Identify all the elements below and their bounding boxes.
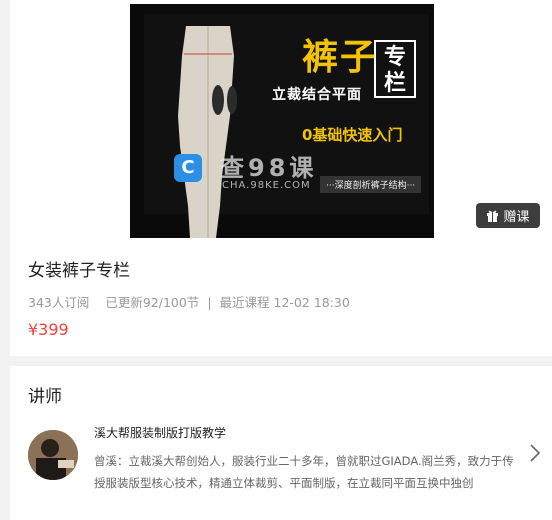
cover-intro: 0基础快速入门 <box>302 126 403 144</box>
course-price: ¥399 <box>28 320 69 339</box>
cover-badge-text: 专栏 <box>384 44 407 96</box>
teacher-avatar[interactable] <box>28 430 78 480</box>
avatar-image <box>28 430 78 480</box>
course-meta: 343人订阅 已更新92/100节 | 最近课程 12-02 18:30 <box>28 292 354 311</box>
teacher-bio: 曾溪：立裁溪大帮创始人，服装行业二十多年，曾就职过GIADA.阁兰秀，致力于传授… <box>94 454 514 490</box>
course-card: 裤子 专栏 立裁结合平面 0基础快速入门 ···深度剖析裤子结构··· C 查9… <box>10 0 552 356</box>
recent-lesson: 最近课程 12-02 18:30 <box>219 295 350 310</box>
teacher-name: 溪大帮服装制版打版教学 <box>94 426 227 440</box>
teacher-heading: 讲师 <box>28 387 62 407</box>
course-title: 女装裤子专栏 <box>28 261 130 281</box>
update-progress: 已更新92/100节 <box>105 295 200 310</box>
gift-icon <box>487 210 499 222</box>
gift-course-button[interactable]: 赠课 <box>476 203 540 228</box>
chevron-right-icon[interactable] <box>530 444 540 462</box>
teacher-row[interactable]: 溪大帮服装制版打版教学 曾溪：立裁溪大帮创始人，服装行业二十多年，曾就职过GIA… <box>28 420 552 500</box>
subscriber-count: 343人订阅 <box>28 295 90 310</box>
watermark-logo-icon: C <box>174 154 202 182</box>
watermark-domain: CHA.98KE.COM <box>222 180 311 191</box>
meta-separator: | <box>207 295 212 310</box>
cover-tag: ···深度剖析裤子结构··· <box>320 176 422 193</box>
cover-badge: 专栏 <box>374 40 416 98</box>
gift-button-label: 赠课 <box>503 210 530 225</box>
mannequin-image <box>178 26 237 238</box>
course-cover-image[interactable]: 裤子 专栏 立裁结合平面 0基础快速入门 ···深度剖析裤子结构··· C 查9… <box>130 4 434 238</box>
cover-subtitle: 立裁结合平面 <box>272 87 362 103</box>
watermark-text: 查98课 <box>220 154 318 182</box>
cover-title: 裤子 <box>302 36 379 78</box>
teacher-card: 讲师 溪大帮服装制版打版教学 曾溪：立裁溪大帮创始人，服装行业二十多年，曾就职过… <box>10 366 552 520</box>
